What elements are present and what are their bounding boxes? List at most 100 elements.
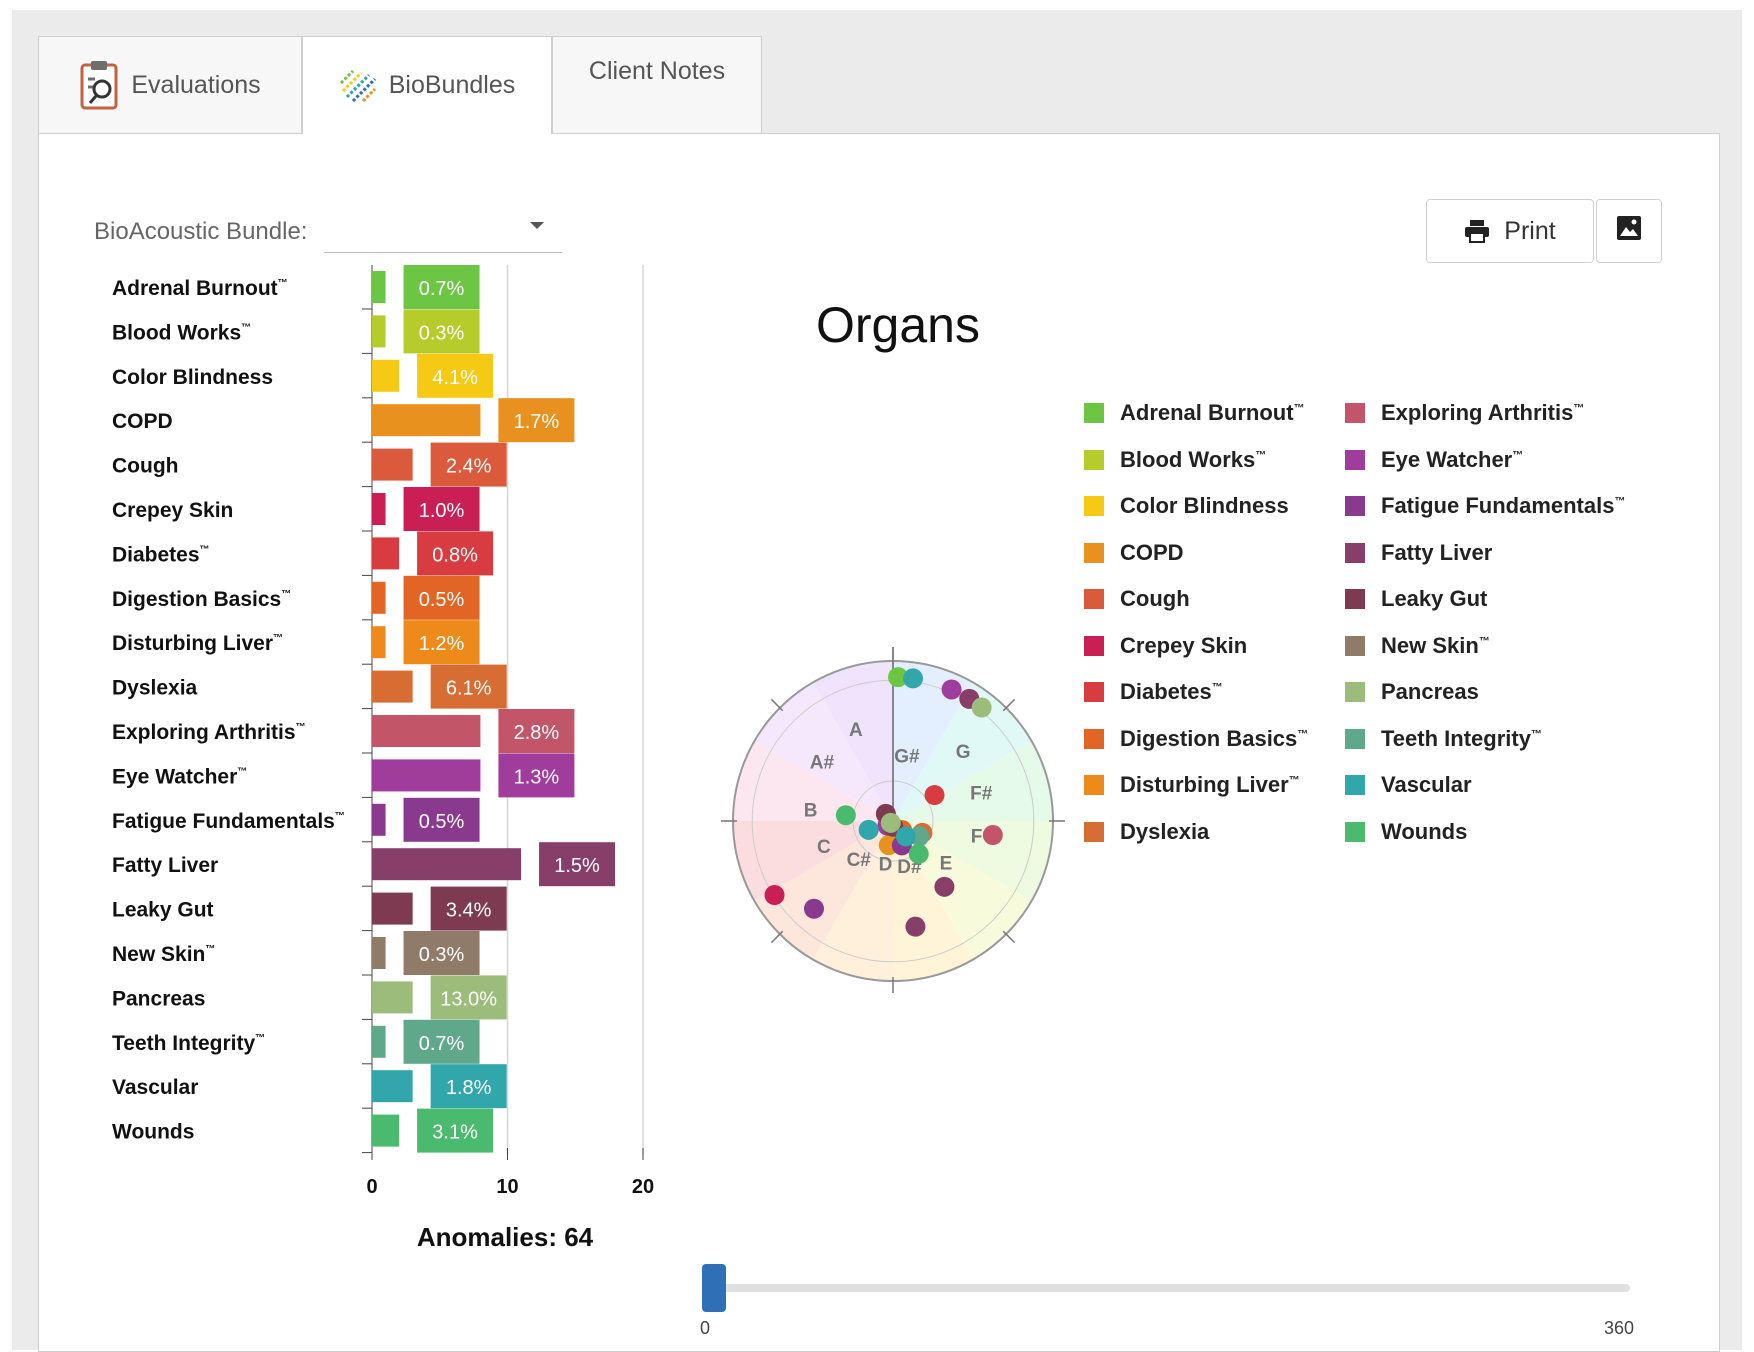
polar-angle-label: F#: [970, 783, 993, 804]
legend-swatch: [1084, 635, 1104, 656]
legend-item[interactable]: Adrenal Burnout™: [1084, 400, 1305, 426]
data-label: 0.7%: [419, 1033, 465, 1055]
legend-label: Pancreas: [1381, 679, 1479, 704]
legend-label: COPD: [1120, 539, 1184, 565]
data-point: [835, 805, 856, 826]
print-label: Print: [1504, 216, 1556, 245]
legend-label: Crepey Skin: [1120, 632, 1248, 658]
data-label: 1.7%: [514, 411, 560, 433]
legend-swatch: [1345, 589, 1365, 609]
legend-label: Exploring Arthritis™: [1381, 400, 1585, 425]
category-label: Fatigue Fundamentals™: [112, 810, 345, 833]
print-button[interactable]: Print: [1426, 199, 1594, 263]
chart-title: Organs: [816, 297, 980, 353]
bar: [372, 759, 481, 792]
legend-item[interactable]: Dyslexia: [1084, 819, 1209, 845]
legend-item[interactable]: New Skin™: [1345, 633, 1490, 659]
legend-label: Diabetes™: [1120, 679, 1223, 704]
legend-label: Eye Watcher™: [1381, 446, 1524, 472]
legend-swatch: [1345, 542, 1365, 563]
slider-max-label: 360: [1604, 1318, 1635, 1338]
bar: [372, 937, 386, 969]
data-label: 1.0%: [419, 500, 465, 522]
rotation-slider-track[interactable]: [706, 1284, 1630, 1292]
legend-item[interactable]: Exploring Arthritis™: [1345, 400, 1584, 426]
slider-min-label: 0: [700, 1318, 711, 1338]
legend-label: Leaky Gut: [1381, 586, 1488, 611]
legend-swatch: [1345, 728, 1365, 749]
legend-item[interactable]: Fatty Liver: [1345, 540, 1492, 566]
legend-item[interactable]: Eye Watcher™: [1345, 447, 1523, 473]
x-tick-label: 20: [632, 1176, 654, 1198]
anomaly-bar-chart: 0 10 20 Adrenal Burnout™ 0.7% Blood Works™ 0.3…: [112, 265, 654, 1198]
data-label: 0.5%: [419, 589, 465, 611]
category-label: Vascular: [112, 1076, 198, 1099]
organs-polar-chart: G# GF#FED#DC#CBA#A: [721, 647, 1065, 993]
legend-label: Dyslexia: [1120, 818, 1210, 844]
legend-item[interactable]: Color Blindness: [1084, 493, 1289, 519]
legend-label: Wounds: [1381, 818, 1468, 844]
bar: [372, 404, 481, 437]
polar-angle-label: B: [804, 800, 818, 821]
legend-item[interactable]: Wounds: [1345, 819, 1467, 845]
legend-item[interactable]: Teeth Integrity™: [1345, 726, 1542, 752]
polar-angle-label: G#: [894, 746, 920, 767]
x-tick-label: 0: [366, 1176, 377, 1198]
legend-swatch: [1084, 589, 1104, 609]
polar-angle-label: E: [940, 853, 953, 874]
rotation-slider-handle[interactable]: [702, 1264, 726, 1312]
polar-angle-label: C: [817, 837, 831, 858]
data-point: [764, 885, 785, 906]
category-label: Pancreas: [112, 987, 205, 1010]
app-frame: Evaluations BioBundles Client Notes BioA…: [0, 0, 1754, 1352]
data-point: [924, 785, 945, 806]
tab-biobundles[interactable]: BioBundles: [302, 36, 552, 134]
data-label: 6.1%: [446, 678, 492, 700]
polar-angle-label: A: [849, 720, 863, 741]
legend-item[interactable]: Fatigue Fundamentals™: [1345, 493, 1625, 519]
polar-tick: [770, 930, 784, 944]
legend-item[interactable]: COPD: [1084, 540, 1184, 566]
polar-angle-label: D: [879, 855, 893, 876]
legend-swatch: [1084, 449, 1104, 470]
bar: [372, 848, 522, 881]
legend-item[interactable]: Blood Works™: [1084, 447, 1266, 473]
data-label: 0.3%: [419, 944, 465, 966]
legend-item[interactable]: Disturbing Liver™: [1084, 772, 1300, 798]
legend-item[interactable]: Cough: [1084, 586, 1190, 612]
save-image-button[interactable]: [1596, 199, 1662, 263]
category-label: Color Blindness: [112, 366, 273, 389]
legend-item[interactable]: Digestion Basics™: [1084, 726, 1308, 752]
category-label: Exploring Arthritis™: [112, 721, 306, 744]
legend-item[interactable]: Pancreas: [1345, 679, 1479, 705]
legend-swatch: [1084, 542, 1104, 563]
category-label: Diabetes™: [112, 543, 210, 566]
legend-item[interactable]: Leaky Gut: [1345, 586, 1487, 612]
legend-swatch: [1084, 728, 1104, 749]
legend-swatch: [1345, 403, 1365, 423]
category-label: Digestion Basics™: [112, 588, 291, 611]
data-point: [905, 916, 926, 937]
data-label: 0.5%: [419, 811, 465, 833]
data-point: [982, 825, 1003, 846]
data-label: 4.1%: [432, 367, 478, 389]
data-point: [895, 826, 916, 847]
printer-icon: [1464, 219, 1490, 243]
bar: [372, 493, 386, 525]
biobundles-icon: [339, 69, 377, 103]
legend-item[interactable]: Vascular: [1345, 772, 1472, 798]
legend-label: Adrenal Burnout™: [1120, 400, 1305, 425]
legend-swatch: [1345, 449, 1365, 470]
category-label: Teeth Integrity™: [112, 1032, 265, 1055]
bar: [372, 537, 400, 570]
legend-swatch: [1084, 775, 1104, 795]
legend-item[interactable]: Diabetes™: [1084, 679, 1223, 705]
legend-swatch: [1345, 635, 1365, 656]
image-icon: [1616, 215, 1642, 248]
bar: [372, 1025, 386, 1058]
legend-label: Color Blindness: [1120, 493, 1289, 518]
polar-angle-label: C#: [847, 850, 872, 871]
bar: [372, 1114, 400, 1147]
bar: [372, 981, 413, 1014]
legend-item[interactable]: Crepey Skin: [1084, 633, 1247, 659]
